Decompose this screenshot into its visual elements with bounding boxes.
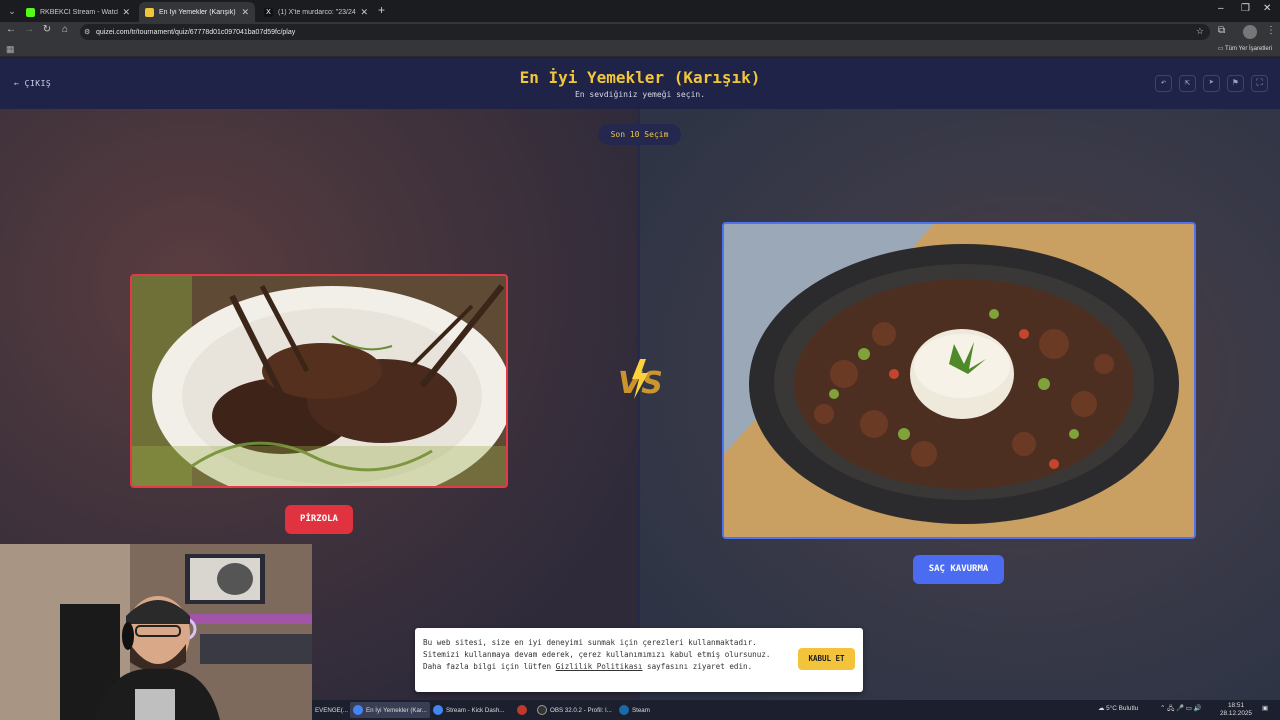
tray-icons[interactable]: ⌃ 🖧 🎤 ▭ 🔊	[1160, 704, 1202, 715]
profile-avatar[interactable]	[1243, 25, 1257, 39]
webcam-overlay	[0, 544, 312, 720]
app-icon	[517, 705, 527, 715]
cloud-icon: ☁	[1098, 705, 1105, 712]
streamer-webcam-image	[0, 544, 312, 720]
quiz-header: ← ÇIKIŞ En İyi Yemekler (Karışık) En sev…	[0, 58, 1280, 109]
cookie-banner: Bu web sitesi, size en iyi deneyimi sunm…	[415, 628, 863, 692]
fullscreen-icon[interactable]: ⛶	[1251, 75, 1268, 92]
maximize-icon[interactable]: ❐	[1241, 3, 1250, 14]
privacy-policy-link[interactable]: Gizlilik Politikası	[556, 662, 643, 671]
bookmarks-bar: ▦ ▭ Tüm Yer İşaretleri	[0, 42, 1280, 57]
browser-tab[interactable]: RKBEKCI Stream - Watch Live o ✕	[20, 2, 136, 22]
extensions-icon[interactable]: ⧉	[1218, 25, 1225, 36]
round-badge: Son 10 Seçim	[598, 124, 681, 145]
cookie-message: Bu web sitesi, size en iyi deneyimi sunm…	[423, 638, 771, 671]
forward-arrow-icon[interactable]: →	[22, 24, 36, 35]
versus-icon: VS	[618, 359, 663, 401]
taskbar-item-browser[interactable]: Stream - Kick Dash...	[430, 702, 507, 718]
url-text: quizei.com/tr/tournament/quiz/67778d01c0…	[96, 28, 296, 36]
bookmark-star-icon[interactable]: ☆	[1196, 26, 1204, 37]
notification-icon[interactable]: ▣	[1262, 704, 1268, 712]
browser-tab-bar: ⌄ RKBEKCI Stream - Watch Live o ✕ En İyi…	[0, 0, 1280, 22]
weather-widget[interactable]: ☁ 5°C Bulutlu	[1098, 704, 1138, 712]
all-bookmarks-folder[interactable]: ▭ Tüm Yer İşaretleri	[1218, 45, 1272, 52]
window-close-icon[interactable]: ✕	[1263, 3, 1271, 14]
taskbar-item[interactable]: EVENGE(...	[312, 702, 351, 718]
sac-kavurma-image	[724, 224, 1194, 537]
right-choice-button[interactable]: SAÇ KAVURMA	[913, 555, 1004, 584]
left-choice-button[interactable]: PİRZOLA	[285, 505, 353, 534]
close-icon[interactable]: ✕	[241, 7, 249, 18]
taskbar-item-browser-active[interactable]: En İyi Yemekler (Kar...	[350, 702, 430, 718]
browser-toolbar: ← → ↻ ⌂ ⚙ quizei.com/tr/tournament/quiz/…	[0, 22, 1280, 42]
page-title: En İyi Yemekler (Karışık)	[519, 68, 761, 87]
site-info-icon[interactable]: ⚙	[84, 28, 90, 36]
tab-search-icon[interactable]: ⌄	[4, 3, 20, 19]
send-icon[interactable]: ➤	[1203, 75, 1220, 92]
accept-cookies-button[interactable]: KABUL ET	[798, 648, 855, 670]
back-arrow-icon[interactable]: ←	[4, 24, 18, 35]
address-bar[interactable]: ⚙ quizei.com/tr/tournament/quiz/67778d01…	[80, 24, 1210, 40]
taskbar-item-app[interactable]	[514, 702, 533, 718]
close-icon[interactable]: ✕	[122, 7, 130, 18]
flag-icon[interactable]: ⚑	[1227, 75, 1244, 92]
menu-dots-icon[interactable]: ⋮	[1266, 25, 1276, 36]
browser-tab[interactable]: X (1) X'te murdarco: "23/24de ne ✕	[258, 2, 374, 22]
chrome-icon	[353, 705, 363, 715]
windows-taskbar: EVENGE(... En İyi Yemekler (Kar... Strea…	[312, 700, 1280, 720]
folder-icon: ▭	[1217, 46, 1225, 52]
new-tab-icon[interactable]: +	[378, 3, 385, 17]
taskbar-item-obs[interactable]: OBS 32.0.2 - Profil: I...	[534, 702, 615, 718]
quizei-favicon-icon	[145, 7, 154, 17]
taskbar-item-steam[interactable]: Steam	[616, 702, 653, 718]
close-icon[interactable]: ✕	[360, 7, 368, 18]
home-icon[interactable]: ⌂	[58, 24, 72, 35]
share-icon[interactable]: ⇱	[1179, 75, 1196, 92]
pirzola-image	[132, 276, 506, 486]
chrome-icon	[433, 705, 443, 715]
undo-icon[interactable]: ↶	[1155, 75, 1172, 92]
minimize-icon[interactable]: –	[1218, 3, 1224, 14]
reload-icon[interactable]: ↻	[40, 24, 54, 35]
page-subtitle: En sevdiğiniz yemeği seçin.	[574, 90, 706, 99]
obs-icon	[537, 705, 547, 715]
left-choice-card[interactable]	[130, 274, 508, 488]
apps-grid-icon[interactable]: ▦	[6, 44, 15, 55]
clock[interactable]: 18:51 28.12.2025	[1220, 702, 1252, 718]
steam-icon	[619, 705, 629, 715]
center-divider	[637, 109, 640, 700]
browser-tab-active[interactable]: En İyi Yemekler (Karışık) - Tier l ✕	[139, 2, 255, 22]
x-favicon-icon: X	[264, 7, 273, 17]
kick-favicon-icon	[26, 7, 35, 17]
right-choice-card[interactable]	[722, 222, 1196, 539]
